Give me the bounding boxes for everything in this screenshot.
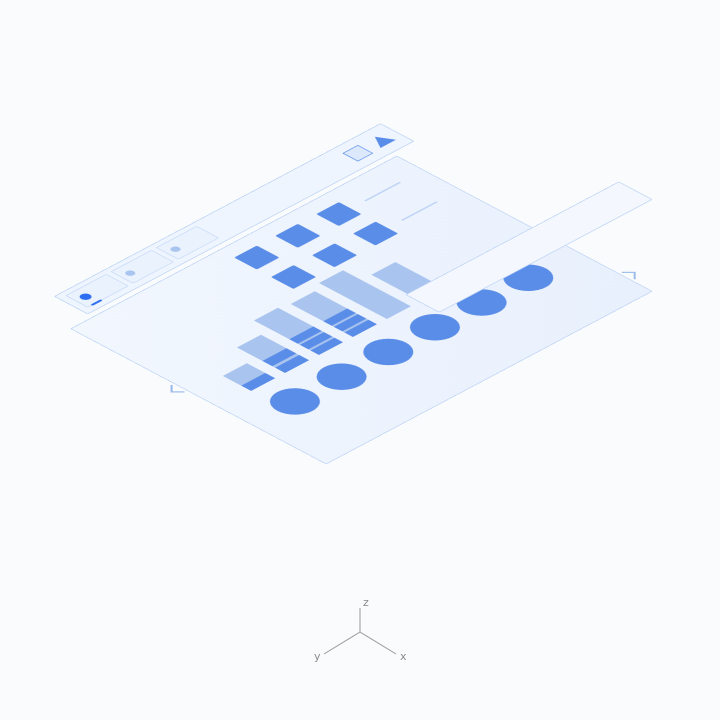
- chevron-left-icon[interactable]: [171, 385, 185, 392]
- axis-x-label: x: [400, 650, 407, 663]
- circle-icon[interactable]: [400, 309, 471, 346]
- bar: [223, 363, 275, 391]
- bar: [237, 335, 309, 373]
- axis-y-label: y: [314, 650, 321, 663]
- axis-indicator: z x y: [300, 602, 420, 682]
- axis-z-label: z: [363, 596, 369, 609]
- divider: [364, 182, 401, 201]
- square-icon[interactable]: [342, 145, 373, 161]
- grid-square-icon[interactable]: [275, 224, 320, 248]
- grid-square-icon[interactable]: [316, 202, 361, 226]
- grid-square-icon[interactable]: [234, 246, 279, 270]
- circle-icon[interactable]: [306, 358, 377, 395]
- base-panel: [70, 156, 653, 465]
- bar: [254, 308, 343, 355]
- circle-icon[interactable]: [260, 383, 331, 420]
- chevron-right-icon[interactable]: [622, 272, 636, 279]
- circle-icon[interactable]: [353, 333, 424, 370]
- triangle-icon[interactable]: [367, 133, 396, 148]
